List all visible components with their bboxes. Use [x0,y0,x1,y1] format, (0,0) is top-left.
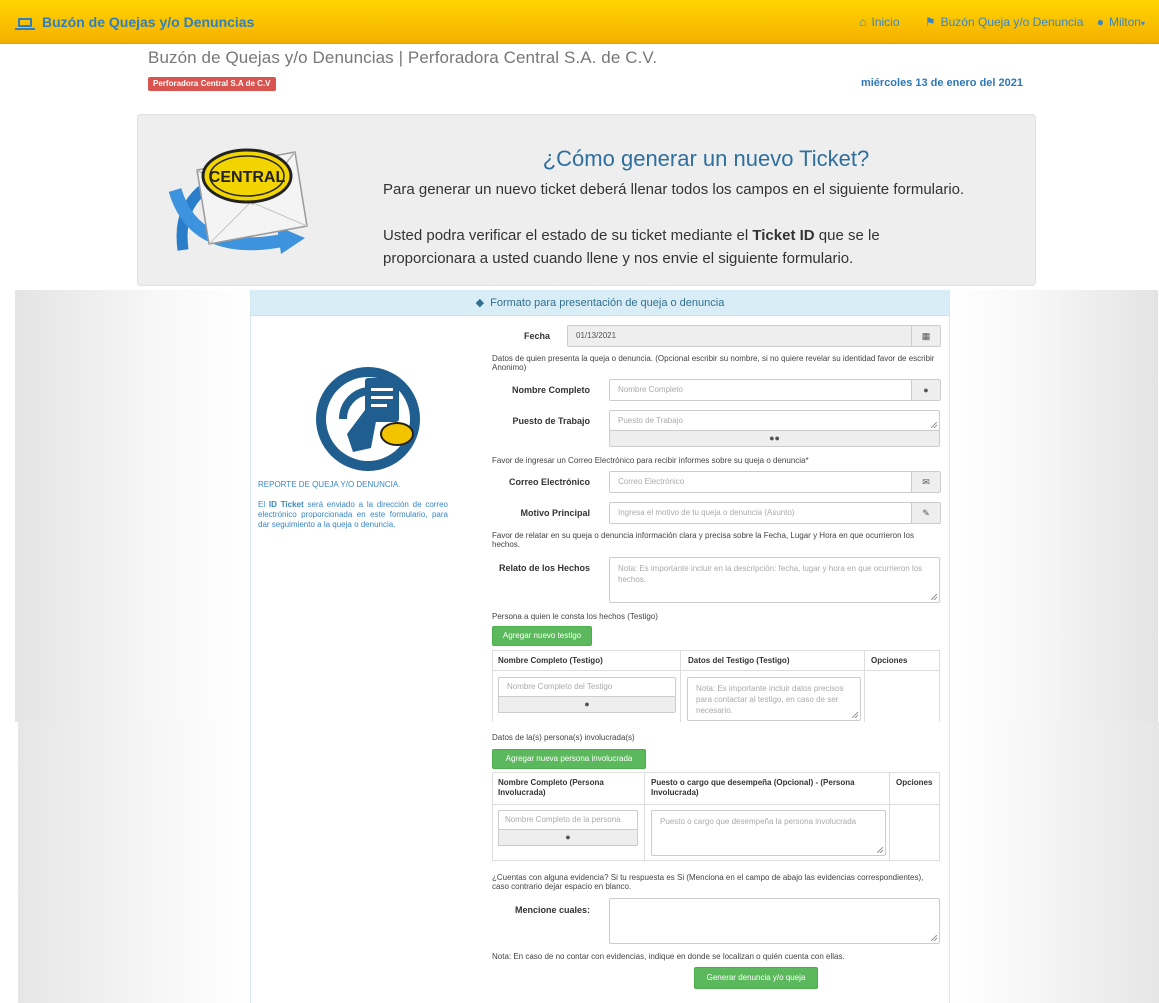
relato-textarea[interactable]: Nota: Es importante incluir en la descri… [609,557,940,603]
resize-grip[interactable] [877,847,883,853]
current-date: miércoles 13 de enero del 2021 [860,77,1023,89]
user-icon: ● [498,829,638,846]
side-description: El ID Ticket será enviado a la dirección… [258,500,448,530]
panel-heading: ◆ Formato para presentación de queja o de… [251,290,949,316]
resize-grip[interactable] [852,712,858,718]
note-evidencia: ¿Cuentas con alguna evidencia? Si tu res… [492,873,924,891]
relato-label: Relato de los Hechos [498,563,590,573]
side-shade [18,722,250,1003]
th-testigo-opciones: Opciones [871,656,908,665]
correo-label: Correo Electrónico [508,477,590,487]
th-testigo-nombre: Nombre Completo (Testigo) [498,656,603,665]
placeholder: Nota: Es importante incluir datos precis… [696,684,844,715]
th-involucrada-nombre: Nombre Completo (Persona Involucrada) [498,778,604,797]
envelope-icon: ✉ [911,471,941,493]
table-divider [864,650,865,722]
jumbotron-paragraph-1: Para generar un nuevo ticket deberá llen… [383,181,965,198]
jumbotron-paragraph-2: Usted podra verificar el estado de su ti… [383,224,943,270]
th-testigo-datos: Datos del Testigo (Testigo) [688,656,790,665]
fecha-input[interactable]: 01/13/2021 [567,325,912,347]
nav-item-inicio[interactable]: ⌂ Inicio [859,15,899,29]
involucrada-puesto-textarea[interactable]: Puesto o cargo que desempeña la persona … [651,810,886,856]
side-shade [950,722,1159,1003]
placeholder: Puesto de Trabajo [618,416,683,425]
ticket-id-bold: Ticket ID [752,227,815,244]
resize-grip[interactable] [931,935,937,941]
note-datos: Datos de quien presenta la queja o denun… [492,354,935,372]
mencione-textarea[interactable] [609,898,940,944]
puesto-label: Puesto de Trabajo [512,416,590,426]
puesto-input[interactable]: Puesto de Trabajo [609,410,940,431]
nav-item-label: Buzón Queja y/o Denuncia [940,15,1084,29]
calendar-icon[interactable]: ▦ [911,325,941,347]
placeholder: Puesto o cargo que desempeña la persona … [660,817,857,826]
resize-grip[interactable] [931,422,937,428]
panel-heading-label: Formato para presentación de queja o den… [490,297,725,309]
nav-item-user[interactable]: ● Milton▾ [1097,15,1145,29]
logo-text: CENTRAL [209,169,286,186]
table-divider [492,670,940,671]
report-logo-icon [316,367,420,471]
user-icon: ● [911,379,941,401]
placeholder: Nota: Es importante incluir en la descri… [618,564,923,584]
nav-menu: ⌂ Inicio ⚑ Buzón Queja y/o Denuncia ● Milto… [837,15,1145,29]
fecha-label: Fecha [523,331,550,341]
correo-input[interactable]: Correo Electrónico [609,471,912,493]
brand-label: Buzón de Quejas y/o Denuncias [42,14,255,30]
note-involucrada: Datos de la(s) persona(s) involucrada(s) [492,733,635,742]
tag-icon: ◆ [475,297,485,309]
add-involucrada-button[interactable]: Agregar nueva persona involucrada [492,749,646,769]
jumbotron-heading: ¿Cómo generar un nuevo Ticket? [542,146,870,171]
flag-icon: ⚑ [924,15,936,29]
table-divider [680,650,681,722]
side-title: REPORTE DE QUEJA Y/O DENUNCIA. [258,480,401,489]
resize-grip[interactable] [931,594,937,600]
mencione-label: Mencione cuales: [514,905,590,915]
involucrada-nombre-input[interactable]: Nombre Completo de la persona [498,810,638,830]
note-testigo: Persona a quien le consta los hechos (Te… [492,612,658,621]
page-title: Buzón de Quejas y/o Denuncias | Perforad… [148,48,658,67]
note-final: Nota: En caso de no contar con evidencia… [492,952,845,961]
note-correo: Favor de ingresar un Correo Electrónico … [492,456,809,465]
text: Usted podra verificar el estado de su ti… [383,227,753,244]
pencil-icon: ✎ [911,502,941,524]
th-involucrada-opciones: Opciones [896,778,933,787]
company-badge: Perforadora Central S.A de C.V [148,77,276,91]
id-ticket-bold: ID Ticket [268,500,304,509]
text: El [258,500,269,509]
motivo-input[interactable]: Ingresa el motivo de tu queja o denuncia… [609,502,912,524]
side-shade [950,290,1158,722]
user-icon: ● [498,696,676,713]
submit-button[interactable]: Generar denuncia y/o queja [694,967,818,989]
table-divider [889,772,890,861]
nav-item-buzon[interactable]: ⚑ Buzón Queja y/o Denuncia [925,15,1084,29]
users-icon: ●● [609,430,940,447]
testigo-nombre-input[interactable]: Nombre Completo del Testigo [498,677,676,697]
nombre-label: Nombre Completo [511,385,590,395]
brand-link[interactable]: Buzón de Quejas y/o Denuncias [15,14,255,30]
user-icon: ● [1096,15,1104,29]
nav-item-label: Milton [1108,15,1141,29]
table-divider [644,772,645,861]
caret-down-icon: ▾ [1140,19,1145,28]
testigo-datos-textarea[interactable]: Nota: Es importante incluir datos precis… [687,677,861,721]
envelope-logo-icon: CENTRAL [168,148,308,254]
nav-item-label: Inicio [871,15,900,29]
motivo-label: Motivo Principal [520,508,590,518]
home-icon: ⌂ [859,15,867,29]
laptop-icon [15,18,35,30]
add-testigo-button[interactable]: Agregar nuevo testigo [492,626,592,646]
nombre-input[interactable]: Nombre Completo [609,379,912,401]
side-shade [15,290,250,722]
table-divider [492,804,940,805]
th-involucrada-puesto: Puesto o cargo que desempeña (Opcional) … [651,778,855,797]
note-relato: Favor de relatar en su queja o denuncia … [492,531,915,549]
